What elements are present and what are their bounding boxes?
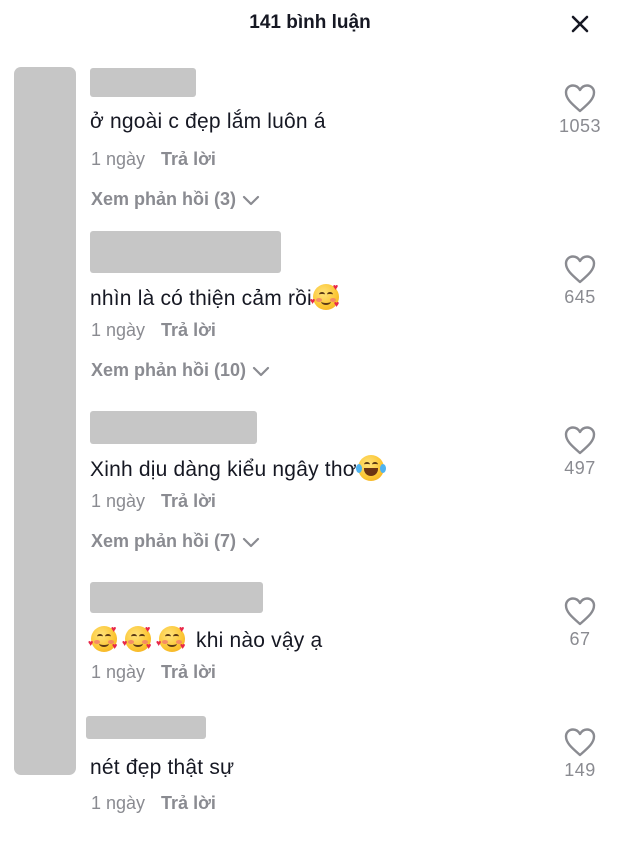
reply-button[interactable]: Trả lời bbox=[161, 149, 216, 169]
heart-icon bbox=[564, 728, 596, 757]
like-button[interactable] bbox=[563, 424, 597, 456]
comment-text-content: Xinh dịu dàng kiểu ngây thơ bbox=[90, 458, 357, 481]
username-redaction bbox=[90, 231, 281, 273]
like-button[interactable] bbox=[563, 595, 597, 627]
view-replies-button[interactable]: Xem phản hồi (3) bbox=[91, 189, 260, 210]
chevron-down-icon bbox=[252, 366, 270, 376]
view-replies-button[interactable]: Xem phản hồi (7) bbox=[91, 531, 260, 552]
avatar-redaction bbox=[14, 67, 76, 775]
comments-header: 141 bình luận bbox=[0, 0, 620, 48]
view-replies-label: Xem phản hồi (3) bbox=[91, 189, 237, 209]
view-replies-button[interactable]: Xem phản hồi (10) bbox=[91, 360, 270, 381]
comment-text-content: khi nào vậy ạ bbox=[196, 629, 323, 652]
comment-meta: 1 ngày Trả lời bbox=[91, 149, 216, 170]
comment-text-content: nhìn là có thiện cảm rồi bbox=[90, 287, 312, 310]
like-count: 1053 bbox=[558, 116, 602, 136]
reply-button[interactable]: Trả lời bbox=[161, 662, 216, 682]
comment-text: ♥ ♥ ♥ ♥ ♥ ♥ ♥ ♥ ♥ khi nào vậy ạ bbox=[88, 624, 323, 653]
comment-time: 1 ngày bbox=[91, 662, 146, 682]
close-button[interactable] bbox=[566, 10, 594, 38]
like-button[interactable] bbox=[563, 253, 597, 285]
comment-time: 1 ngày bbox=[91, 149, 146, 169]
smiling-face-with-hearts-icon: ♥ ♥ ♥ bbox=[122, 624, 152, 652]
like-button[interactable] bbox=[563, 82, 597, 114]
reply-button[interactable]: Trả lời bbox=[161, 793, 216, 813]
comment-meta: 1 ngày Trả lời bbox=[91, 793, 216, 814]
heart-icon bbox=[564, 255, 596, 284]
username-redaction bbox=[90, 582, 263, 613]
username-redaction bbox=[90, 68, 196, 97]
comment-time: 1 ngày bbox=[91, 491, 146, 511]
comment-text: nhìn là có thiện cảm rồi ♥ ♥ ♥ bbox=[90, 283, 340, 311]
username-redaction bbox=[90, 411, 257, 444]
like-count: 497 bbox=[564, 458, 596, 478]
comment-meta: 1 ngày Trả lời bbox=[91, 662, 216, 683]
comment-time: 1 ngày bbox=[91, 793, 146, 813]
heart-icon bbox=[564, 426, 596, 455]
like-count: 67 bbox=[569, 629, 591, 649]
face-with-tears-of-joy-icon bbox=[355, 454, 386, 482]
heart-icon bbox=[564, 597, 596, 626]
smiling-face-with-hearts-icon: ♥ ♥ ♥ bbox=[309, 282, 340, 310]
chevron-down-icon bbox=[242, 195, 260, 205]
comment-meta: 1 ngày Trả lời bbox=[91, 320, 216, 341]
heart-icon bbox=[564, 84, 596, 113]
comment-meta: 1 ngày Trả lời bbox=[91, 491, 216, 512]
comment-text: ở ngoài c đẹp lắm luôn á bbox=[90, 110, 326, 133]
reply-button[interactable]: Trả lời bbox=[161, 320, 216, 340]
like-button[interactable] bbox=[563, 726, 597, 758]
smiling-face-with-hearts-icon: ♥ ♥ ♥ bbox=[156, 624, 186, 652]
like-count: 645 bbox=[564, 287, 596, 307]
reply-button[interactable]: Trả lời bbox=[161, 491, 216, 511]
view-replies-label: Xem phản hồi (7) bbox=[91, 531, 237, 551]
username-redaction bbox=[86, 716, 206, 739]
view-replies-label: Xem phản hồi (10) bbox=[91, 360, 247, 380]
comment-text: Xinh dịu dàng kiểu ngây thơ bbox=[90, 454, 386, 482]
close-icon bbox=[571, 15, 589, 33]
comments-count-title: 141 bình luận bbox=[249, 12, 371, 33]
comment-time: 1 ngày bbox=[91, 320, 146, 340]
smiling-face-with-hearts-icon: ♥ ♥ ♥ bbox=[88, 624, 118, 652]
comment-text: nét đẹp thật sự bbox=[90, 756, 235, 779]
chevron-down-icon bbox=[242, 537, 260, 547]
like-count: 149 bbox=[564, 760, 596, 780]
